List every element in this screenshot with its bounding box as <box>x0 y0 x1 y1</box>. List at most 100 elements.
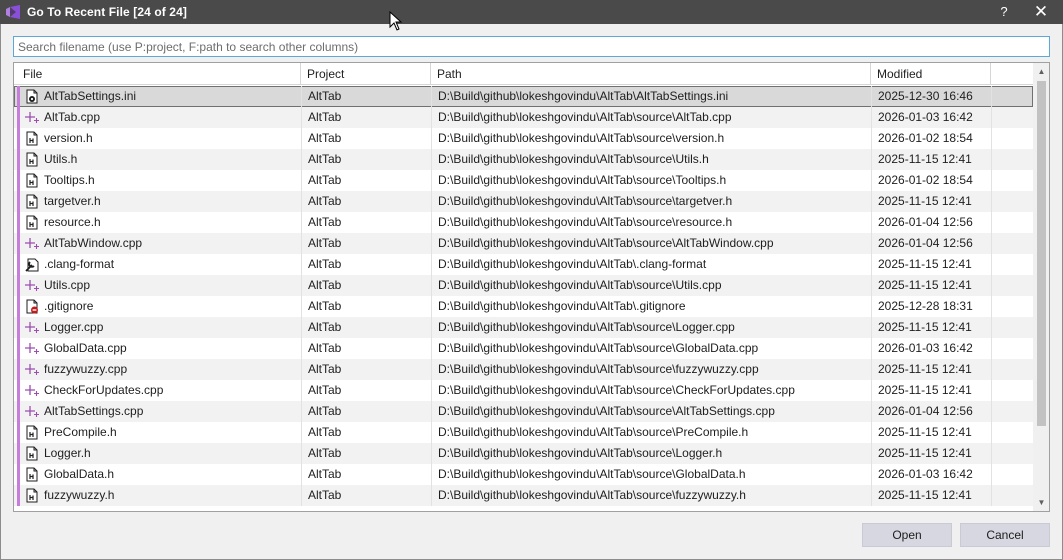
column-separator <box>431 233 432 254</box>
column-separator <box>301 338 302 359</box>
table-row[interactable]: GlobalData.h AltTab D:\Build\github\lokesh… <box>14 464 1033 485</box>
modified-cell: 2025-11-15 12:41 <box>878 383 972 397</box>
column-separator <box>431 422 432 443</box>
path-cell: D:\Build\github\lokeshgovindu\AltTab\sou… <box>438 383 795 397</box>
path-cell: D:\Build\github\lokeshgovindu\AltTab\sou… <box>438 131 725 145</box>
recent-files-table: File Project Path Modified AltTabSetting… <box>13 62 1050 512</box>
row-accent-bar <box>17 107 20 128</box>
table-row[interactable]: Tooltips.h AltTab D:\Build\github\lokeshgo… <box>14 170 1033 191</box>
project-cell: AltTab <box>308 446 342 460</box>
file-type-icon-cell <box>23 380 41 401</box>
modified-cell: 2025-11-15 12:41 <box>878 362 972 376</box>
column-separator <box>871 254 872 275</box>
column-separator <box>431 254 432 275</box>
project-cell: AltTab <box>308 152 342 166</box>
table-row[interactable]: fuzzywuzzy.cpp AltTab D:\Build\github\loke… <box>14 359 1033 380</box>
column-header-project[interactable]: Project <box>301 63 431 85</box>
table-row[interactable]: resource.h AltTab D:\Build\github\lokeshgo… <box>14 212 1033 233</box>
column-header-path[interactable]: Path <box>431 63 871 85</box>
column-separator <box>871 485 872 506</box>
column-separator <box>301 149 302 170</box>
table-row[interactable]: Logger.h AltTab D:\Build\github\lokeshgovi… <box>14 443 1033 464</box>
column-separator <box>991 443 992 464</box>
column-separator <box>431 359 432 380</box>
column-separator <box>991 191 992 212</box>
project-cell: AltTab <box>308 173 342 187</box>
column-separator <box>431 170 432 191</box>
row-accent-bar <box>17 443 20 464</box>
path-cell: D:\Build\github\lokeshgovindu\AltTab\sou… <box>438 467 746 481</box>
table-row[interactable]: CheckForUpdates.cpp AltTab D:\Build\github… <box>14 380 1033 401</box>
table-row[interactable]: version.h AltTab D:\Build\github\lokeshgov… <box>14 128 1033 149</box>
cpp-file-icon <box>25 280 39 291</box>
table-row[interactable]: AltTabWindow.cpp AltTab D:\Build\github\lo… <box>14 233 1033 254</box>
row-accent-bar <box>17 233 20 254</box>
file-name-cell: Tooltips.h <box>44 173 95 187</box>
project-cell: AltTab <box>308 341 342 355</box>
project-cell: AltTab <box>308 236 342 250</box>
search-input[interactable] <box>13 36 1050 57</box>
file-type-icon-cell <box>23 128 41 149</box>
cpp-file-icon <box>25 112 39 123</box>
row-accent-bar <box>17 149 20 170</box>
table-row[interactable]: .gitignore AltTab D:\Build\github\lokeshgo… <box>14 296 1033 317</box>
row-accent-bar <box>17 254 20 275</box>
modified-cell: 2025-12-28 18:31 <box>878 299 973 313</box>
column-separator <box>871 212 872 233</box>
modified-cell: 2026-01-02 18:54 <box>878 131 973 145</box>
column-separator <box>431 296 432 317</box>
table-header: File Project Path Modified <box>14 63 1033 85</box>
modified-cell: 2026-01-03 16:42 <box>878 110 973 124</box>
scroll-up-arrow-icon[interactable]: ▲ <box>1033 63 1049 80</box>
help-button[interactable]: ? <box>996 4 1012 19</box>
scroll-thumb[interactable] <box>1037 81 1046 426</box>
close-button[interactable]: ✕ <box>1030 2 1052 22</box>
open-button[interactable]: Open <box>862 523 952 547</box>
column-separator <box>431 485 432 506</box>
table-row[interactable]: AltTabSettings.cpp AltTab D:\Build\github\… <box>14 401 1033 422</box>
column-separator <box>301 485 302 506</box>
file-type-icon-cell <box>23 464 41 485</box>
table-row[interactable]: GlobalData.cpp AltTab D:\Build\github\loke… <box>14 338 1033 359</box>
column-header-modified[interactable]: Modified <box>871 63 991 85</box>
header-file-icon <box>26 173 38 188</box>
row-accent-bar <box>17 359 20 380</box>
column-header-file[interactable]: File <box>14 63 301 85</box>
file-name-cell: .gitignore <box>44 299 94 313</box>
header-file-icon <box>26 194 38 209</box>
row-accent-bar <box>17 86 20 107</box>
header-file-icon <box>26 488 38 503</box>
table-row[interactable]: Utils.h AltTab D:\Build\github\lokeshgovin… <box>14 149 1033 170</box>
table-row[interactable]: PreCompile.h AltTab D:\Build\github\lokesh… <box>14 422 1033 443</box>
table-row[interactable]: AltTabSettings.ini AltTab D:\Build\github\… <box>14 86 1033 107</box>
table-row[interactable]: targetver.h AltTab D:\Build\github\lokeshg… <box>14 191 1033 212</box>
column-separator <box>301 317 302 338</box>
modified-cell: 2025-11-15 12:41 <box>878 194 972 208</box>
column-separator <box>431 317 432 338</box>
file-type-icon-cell <box>23 485 41 506</box>
table-row[interactable]: Utils.cpp AltTab D:\Build\github\lokeshgov… <box>14 275 1033 296</box>
file-name-cell: GlobalData.cpp <box>44 341 127 355</box>
table-row[interactable]: Logger.cpp AltTab D:\Build\github\lokeshgo… <box>14 317 1033 338</box>
cpp-file-icon <box>25 406 39 417</box>
table-row[interactable]: .clang-format AltTab D:\Build\github\lokes… <box>14 254 1033 275</box>
column-separator <box>991 380 992 401</box>
column-separator <box>301 86 302 107</box>
cancel-button[interactable]: Cancel <box>960 523 1050 547</box>
modified-cell: 2026-01-03 16:42 <box>878 467 973 481</box>
table-row[interactable]: fuzzywuzzy.h AltTab D:\Build\github\lokesh… <box>14 485 1033 506</box>
project-cell: AltTab <box>308 383 342 397</box>
scroll-down-arrow-icon[interactable]: ▼ <box>1033 494 1049 511</box>
column-separator <box>871 296 872 317</box>
path-cell: D:\Build\github\lokeshgovindu\AltTab\sou… <box>438 278 722 292</box>
file-type-icon-cell <box>23 338 41 359</box>
modified-cell: 2025-11-15 12:41 <box>878 446 972 460</box>
vertical-scrollbar[interactable]: ▲ ▼ <box>1033 63 1049 511</box>
window-title: Go To Recent File [24 of 24] <box>27 5 187 19</box>
settings-file-icon <box>26 89 38 104</box>
column-separator <box>991 275 992 296</box>
header-file-icon <box>26 131 38 146</box>
file-type-icon-cell <box>23 170 41 191</box>
cpp-file-icon <box>25 322 39 333</box>
table-row[interactable]: AltTab.cpp AltTab D:\Build\github\lokeshgo… <box>14 107 1033 128</box>
